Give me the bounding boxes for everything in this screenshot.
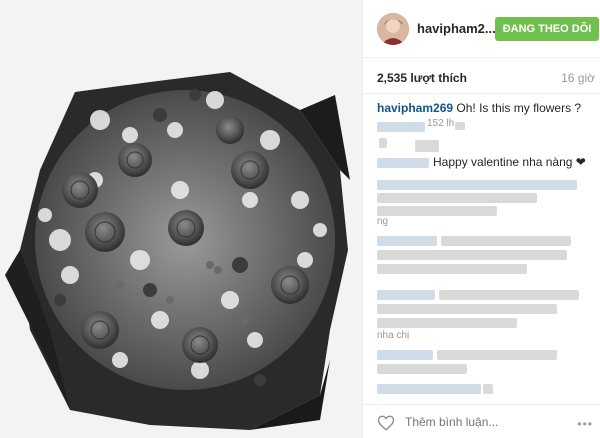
comment-bar: •••	[363, 404, 600, 438]
caption-username[interactable]: havipham269	[377, 101, 453, 115]
avatar[interactable]	[377, 13, 409, 45]
blurred-comment	[377, 318, 517, 328]
bouquet-image	[0, 0, 362, 438]
post-side-panel: havipham2... ĐANG THEO DÕI 2,535 lượt th…	[362, 0, 600, 438]
blurred-comment	[377, 180, 577, 190]
heart-outline-icon[interactable]	[377, 414, 395, 432]
add-comment-input[interactable]	[405, 415, 545, 429]
blurred-comment	[483, 384, 493, 394]
comment-valentine-text: Happy valentine nha nàng	[433, 155, 573, 169]
blurred-comment	[377, 193, 537, 203]
blurred-username	[377, 350, 433, 360]
instagram-post-window: havipham2... ĐANG THEO DÕI 2,535 lượt th…	[0, 0, 600, 438]
blurred-text	[455, 122, 465, 130]
heart-solid-icon: ❤	[575, 155, 586, 169]
blurred-comment	[377, 304, 557, 314]
comment-valentine: Happy valentine nha nàng ❤	[433, 155, 586, 169]
comment-fragment: 152 lh	[427, 118, 455, 129]
blurred-comment	[439, 290, 579, 300]
following-button[interactable]: ĐANG THEO DÕI	[495, 17, 599, 41]
blurred-username	[377, 158, 429, 168]
ellipsis-icon[interactable]: •••	[577, 417, 593, 431]
post-timestamp[interactable]: 16 giờ	[561, 71, 595, 85]
blurred-comment	[377, 250, 567, 260]
blurred-text	[415, 140, 439, 152]
blurred-comment	[377, 364, 467, 374]
comment-fragment: ng	[377, 216, 389, 227]
blurred-username	[377, 122, 425, 132]
caption-text: Oh! Is this my flowers ?	[456, 101, 582, 115]
like-count[interactable]: 2,535 lượt thích	[377, 71, 467, 85]
likes-row: 2,535 lượt thích 16 giờ	[363, 58, 600, 94]
post-photo[interactable]	[0, 0, 362, 438]
blurred-username	[377, 236, 437, 246]
post-caption: havipham269 Oh! Is this my flowers ?	[377, 101, 581, 115]
blurred-text	[379, 138, 387, 148]
heart-outline-svg	[377, 415, 395, 431]
blurred-comment	[377, 206, 497, 216]
profile-picture	[377, 13, 409, 45]
post-header: havipham2... ĐANG THEO DÕI	[363, 0, 600, 58]
blurred-comment	[377, 384, 481, 394]
blurred-username	[377, 290, 435, 300]
comment-fragment: nha chị	[377, 330, 410, 341]
blurred-comment	[441, 236, 571, 246]
blurred-comment	[377, 264, 527, 274]
username-link[interactable]: havipham2...	[417, 21, 496, 36]
blurred-comment	[437, 350, 557, 360]
